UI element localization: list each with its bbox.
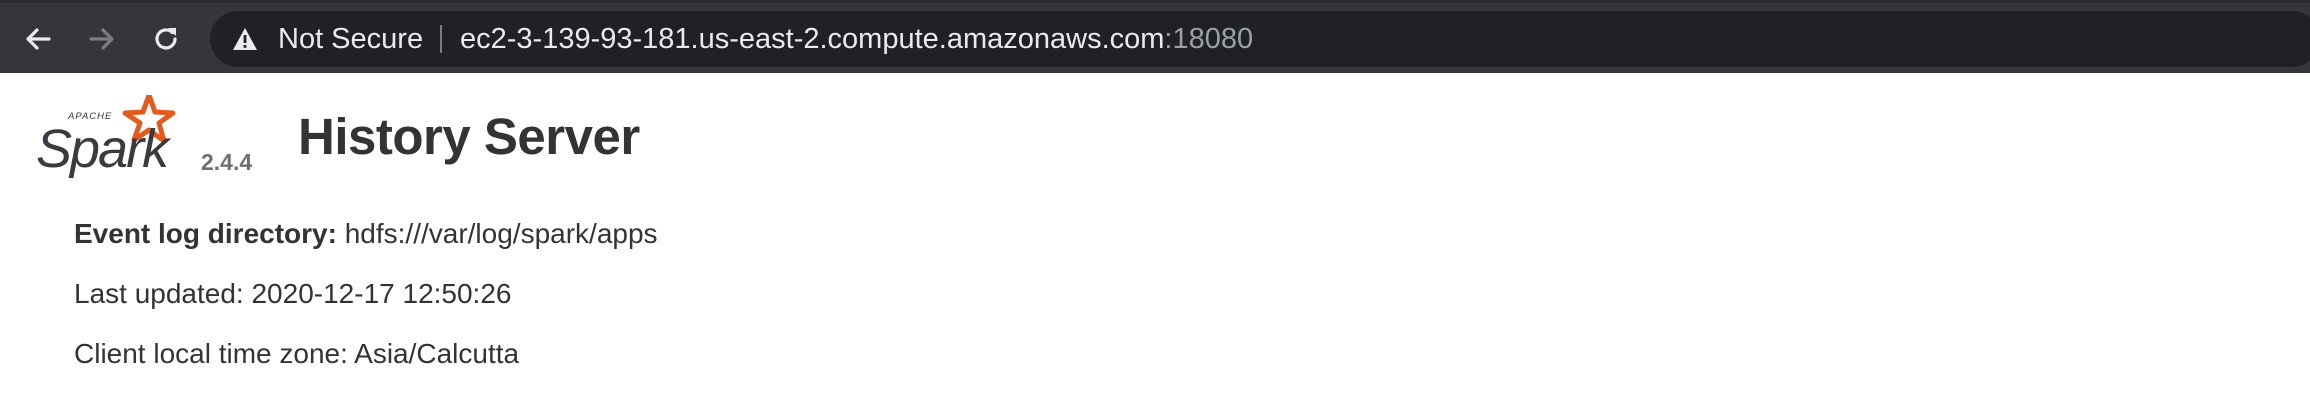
event-log-label: Event log directory: [74, 218, 337, 249]
event-log-value: hdfs:///var/log/spark/apps [344, 218, 658, 249]
address-bar[interactable]: Not Secure ec2-3-139-93-181.us-east-2.co… [210, 11, 2310, 67]
timezone-label: Client local time zone: [74, 338, 348, 369]
security-status[interactable]: Not Secure [278, 11, 423, 67]
last-updated-label: Last updated: [74, 278, 244, 309]
back-button[interactable] [16, 17, 60, 61]
timezone-line: Client local time zone: Asia/Calcutta [74, 338, 519, 370]
warning-icon [233, 28, 257, 50]
url-host: ec2-3-139-93-181.us-east-2.compute.amazo… [460, 23, 1165, 55]
event-log-line: Event log directory: hdfs:///var/log/spa… [74, 218, 658, 250]
forward-icon [89, 28, 114, 50]
timezone-value: Asia/Calcutta [354, 338, 520, 369]
reload-icon [155, 28, 177, 50]
browser-toolbar: Not Secure ec2-3-139-93-181.us-east-2.co… [0, 0, 2310, 73]
page-content: APACHE Spark 2.4.4 History Server Event … [0, 73, 2310, 398]
last-updated-line: Last updated: 2020-12-17 12:50:26 [74, 278, 511, 310]
spark-version: 2.4.4 [201, 149, 253, 175]
url-text[interactable]: ec2-3-139-93-181.us-east-2.compute.amazo… [460, 11, 1253, 67]
url-port: :18080 [1164, 23, 1254, 55]
page-title: History Server [298, 108, 640, 165]
forward-button[interactable] [80, 17, 124, 61]
reload-button[interactable] [144, 17, 188, 61]
last-updated-value: 2020-12-17 12:50:26 [251, 278, 512, 309]
back-icon [26, 28, 51, 50]
logo-spark-text: Spark [36, 119, 172, 179]
address-separator [440, 25, 442, 53]
spark-logo[interactable]: APACHE Spark [34, 95, 194, 179]
